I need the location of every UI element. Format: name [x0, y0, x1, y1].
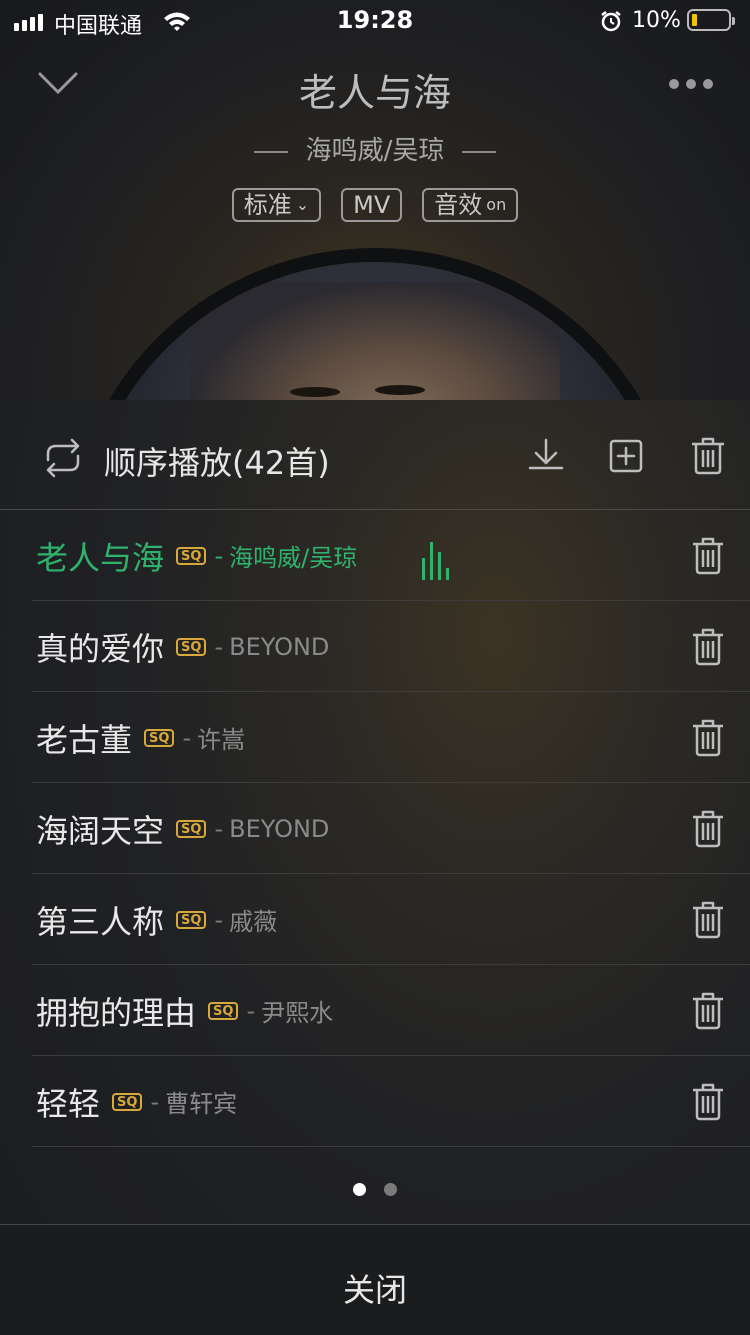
delete-trash-icon[interactable]: [690, 991, 726, 1031]
song-title: 轻轻: [36, 1084, 101, 1123]
delete-trash-icon[interactable]: [690, 627, 726, 667]
delete-trash-icon[interactable]: [690, 718, 726, 758]
page-dot-active[interactable]: [353, 1183, 366, 1196]
status-bar: 中国联通 19:28 10%: [0, 0, 750, 40]
song-artist: BEYOND: [229, 814, 330, 843]
song-title: 老人与海: [298, 71, 451, 115]
separator: -: [214, 541, 224, 570]
song-title: 老古董: [36, 720, 133, 759]
close-button[interactable]: 关闭: [0, 1224, 750, 1335]
sq-badge: SQ: [176, 819, 207, 838]
song-artist: 海鸣威/吴琼: [229, 544, 358, 572]
song-title: 第三人称: [36, 902, 165, 941]
sq-badge: SQ: [176, 637, 207, 656]
sq-badge: SQ: [112, 1092, 143, 1111]
page-indicator: [0, 1183, 750, 1196]
mv-chip[interactable]: MV: [341, 188, 403, 222]
repeat-order-icon[interactable]: [38, 438, 88, 478]
song-title: 海阔天空: [36, 811, 165, 850]
song-artist: 尹熙水: [261, 999, 334, 1027]
close-label: 关闭: [342, 1271, 407, 1309]
song-artist: 曹轩宾: [165, 1090, 238, 1118]
delete-trash-icon[interactable]: [690, 809, 726, 849]
list-item[interactable]: 老人与海 SQ - 海鸣威/吴琼: [0, 510, 750, 601]
separator: -: [214, 814, 224, 843]
sq-badge: SQ: [144, 728, 175, 747]
quality-chip[interactable]: 标准 ⌄: [231, 188, 322, 222]
delete-trash-icon[interactable]: [690, 900, 726, 940]
separator: -: [214, 632, 224, 661]
quality-chips: 标准 ⌄ MV 音效 on: [0, 188, 750, 222]
page-dot[interactable]: [384, 1183, 397, 1196]
playlist-panel: 顺序播放(42首) 老人与海 SQ - 海鸣威/吴琼 真的爱你 SQ - BEY…: [0, 400, 750, 1335]
download-icon[interactable]: [526, 436, 566, 476]
battery-icon: [687, 9, 735, 31]
play-mode-label[interactable]: 顺序播放(42首): [104, 438, 330, 484]
song-artist: 许嵩: [197, 726, 246, 754]
more-options-icon[interactable]: [668, 78, 714, 90]
list-item[interactable]: 真的爱你 SQ - BEYOND: [0, 601, 750, 692]
sq-badge: SQ: [176, 910, 207, 929]
song-title: 真的爱你: [36, 629, 165, 668]
battery-percent: 10%: [632, 8, 681, 33]
add-to-list-icon[interactable]: [606, 436, 646, 476]
list-item[interactable]: 老古董 SQ - 许嵩: [0, 692, 750, 783]
list-item[interactable]: 海阔天空 SQ - BEYOND: [0, 783, 750, 874]
list-item[interactable]: 轻轻 SQ - 曹轩宾: [0, 1056, 750, 1147]
separator: -: [214, 905, 224, 934]
list-item[interactable]: 第三人称 SQ - 戚薇: [0, 874, 750, 965]
clear-list-trash-icon[interactable]: [688, 436, 728, 476]
sq-badge: SQ: [208, 1001, 239, 1020]
separator: -: [246, 996, 256, 1025]
dropdown-chevron-icon: ⌄: [295, 195, 310, 214]
song-title: 拥抱的理由: [36, 993, 197, 1032]
separator: -: [150, 1087, 160, 1116]
song-title: 老人与海: [36, 538, 165, 577]
now-playing-equalizer-icon: [422, 542, 449, 580]
delete-trash-icon[interactable]: [690, 1082, 726, 1122]
artist-row: 海鸣威/吴琼: [0, 130, 750, 167]
sq-badge: SQ: [176, 546, 207, 565]
playlist-header: 顺序播放(42首): [0, 400, 750, 510]
playlist: 老人与海 SQ - 海鸣威/吴琼 真的爱你 SQ - BEYOND 老古董 SQ…: [0, 510, 750, 1147]
alarm-icon: [601, 11, 621, 32]
sound-effect-chip[interactable]: 音效 on: [422, 188, 519, 222]
list-item[interactable]: 拥抱的理由 SQ - 尹熙水: [0, 965, 750, 1056]
separator: -: [182, 723, 192, 752]
delete-trash-icon[interactable]: [690, 536, 726, 576]
song-artist: BEYOND: [229, 632, 330, 661]
song-artist: 戚薇: [229, 908, 278, 936]
artist-name[interactable]: 海鸣威/吴琼: [306, 136, 445, 166]
